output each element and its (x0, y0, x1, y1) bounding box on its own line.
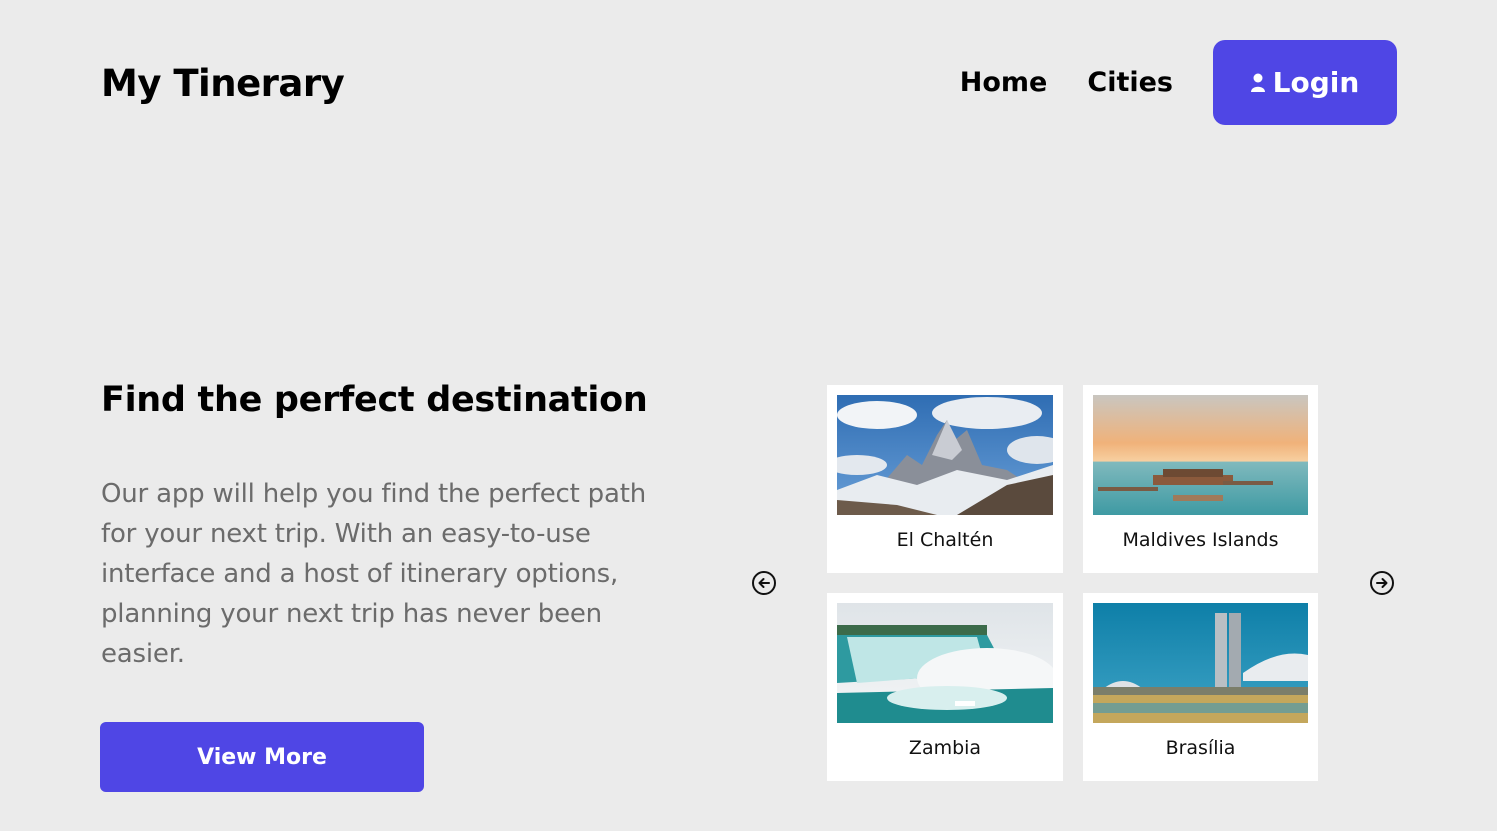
city-image-mountains (837, 395, 1053, 515)
city-image-waterfall (837, 603, 1053, 723)
login-label: Login (1272, 66, 1360, 99)
city-carousel-grid: El Chaltén Maldives Islands Zambia Brasí… (827, 385, 1318, 781)
city-card[interactable]: Brasília (1083, 593, 1318, 781)
city-image-brasilia (1093, 603, 1308, 723)
brand-logo[interactable]: My Tinerary (101, 60, 345, 108)
nav-home-link[interactable]: Home (960, 67, 1048, 98)
city-name: Maldives Islands (1122, 529, 1279, 551)
city-card[interactable]: El Chaltén (827, 385, 1063, 573)
city-image-islands (1093, 395, 1308, 515)
city-name: Zambia (908, 737, 982, 759)
carousel-prev-button[interactable] (752, 571, 776, 595)
city-card[interactable]: Maldives Islands (1083, 385, 1318, 573)
carousel-next-button[interactable] (1370, 571, 1394, 595)
nav-cities-link[interactable]: Cities (1087, 67, 1173, 98)
city-card[interactable]: Zambia (827, 593, 1063, 781)
view-more-button[interactable]: View More (100, 722, 424, 792)
main-nav: Home Cities Login (960, 40, 1397, 125)
arrow-left-circle-icon (757, 576, 771, 590)
user-icon (1250, 73, 1265, 93)
arrow-right-circle-icon (1375, 576, 1389, 590)
login-button[interactable]: Login (1213, 40, 1397, 125)
hero-description: Our app will help you find the perfect p… (101, 479, 646, 669)
city-name: Brasília (1165, 737, 1236, 759)
city-name: El Chaltén (896, 529, 994, 551)
hero-title: Find the perfect destination (101, 380, 648, 420)
